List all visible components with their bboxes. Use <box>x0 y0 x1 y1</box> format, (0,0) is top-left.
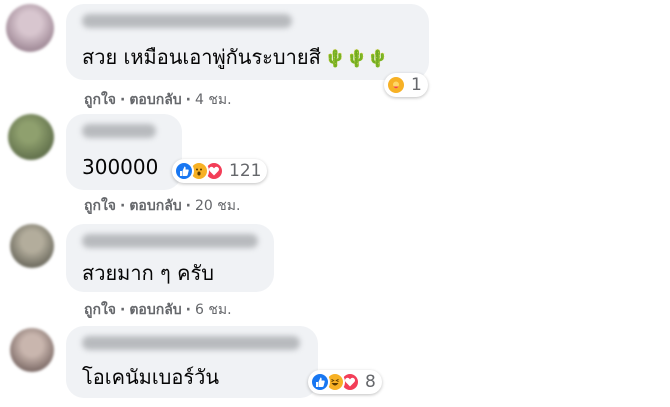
reaction-summary[interactable]: 121 <box>172 159 268 183</box>
comment-text-content: สวย เหมือนเอาพู่กันระบายสี <box>82 45 321 69</box>
reaction-summary[interactable]: 1 <box>384 73 428 97</box>
author-name[interactable] <box>82 336 300 350</box>
comment-text: โอเคนัมเบอร์วัน <box>82 364 219 390</box>
comment-text-content: โอเคนัมเบอร์วัน <box>82 365 220 389</box>
comment-1: สวย เหมือนเอาพู่กันระบายสี 🌵🌵🌵 1 ถูกใจ · ตอ… <box>0 0 670 110</box>
reply-link[interactable]: ตอบกลับ <box>129 302 181 318</box>
avatar[interactable] <box>10 224 54 268</box>
comment-text: 300000 <box>82 154 158 180</box>
comment-actions: ถูกใจ · ตอบกลับ · 6 ชม. <box>84 299 232 321</box>
author-name[interactable] <box>82 234 258 248</box>
comment-4: โอเคนัมเบอร์วัน 8 <box>0 322 670 407</box>
separator-dot: · <box>120 198 126 214</box>
like-link[interactable]: ถูกใจ <box>84 302 116 318</box>
separator-dot: · <box>185 198 191 214</box>
like-link[interactable]: ถูกใจ <box>84 198 116 214</box>
comment-text-content: 300000 <box>82 155 159 179</box>
comment-text: สวยมาก ๆ ครับ <box>82 260 214 286</box>
comment-2: 300000 121 ถูกใจ · ตอบกลับ · 20 ชม. <box>0 110 670 220</box>
reaction-count: 1 <box>411 75 422 95</box>
separator-dot: · <box>120 92 126 108</box>
cactus-emoji: 🌵🌵🌵 <box>324 49 389 69</box>
comment-3: สวยมาก ๆ ครับ ถูกใจ · ตอบกลับ · 6 ชม. <box>0 220 670 320</box>
avatar[interactable] <box>8 114 54 160</box>
comment-bubble: โอเคนัมเบอร์วัน <box>66 326 318 398</box>
reply-link[interactable]: ตอบกลับ <box>129 198 181 214</box>
like-icon <box>310 372 330 392</box>
reaction-summary[interactable]: 8 <box>308 370 382 394</box>
avatar[interactable] <box>10 328 54 372</box>
like-icon <box>174 161 194 181</box>
comment-actions: ถูกใจ · ตอบกลับ · 20 ชม. <box>84 195 240 217</box>
separator-dot: · <box>185 302 191 318</box>
reaction-count: 8 <box>365 372 376 392</box>
comment-bubble: สวยมาก ๆ ครับ <box>66 224 274 292</box>
timestamp[interactable]: 4 ชม. <box>195 92 232 108</box>
author-name[interactable] <box>82 14 292 28</box>
separator-dot: · <box>185 92 191 108</box>
care-icon <box>386 75 406 95</box>
timestamp[interactable]: 20 ชม. <box>195 198 240 214</box>
reply-link[interactable]: ตอบกลับ <box>129 92 181 108</box>
timestamp[interactable]: 6 ชม. <box>195 302 232 318</box>
author-name[interactable] <box>82 124 156 138</box>
comment-text: สวย เหมือนเอาพู่กันระบายสี 🌵🌵🌵 <box>82 44 388 72</box>
avatar[interactable] <box>6 4 54 52</box>
comment-actions: ถูกใจ · ตอบกลับ · 4 ชม. <box>84 89 232 111</box>
like-link[interactable]: ถูกใจ <box>84 92 116 108</box>
reaction-count: 121 <box>229 161 262 181</box>
comment-text-content: สวยมาก ๆ ครับ <box>82 261 214 285</box>
comment-bubble: สวย เหมือนเอาพู่กันระบายสี 🌵🌵🌵 <box>66 4 429 80</box>
separator-dot: · <box>120 302 126 318</box>
comment-bubble: 300000 <box>66 114 182 190</box>
